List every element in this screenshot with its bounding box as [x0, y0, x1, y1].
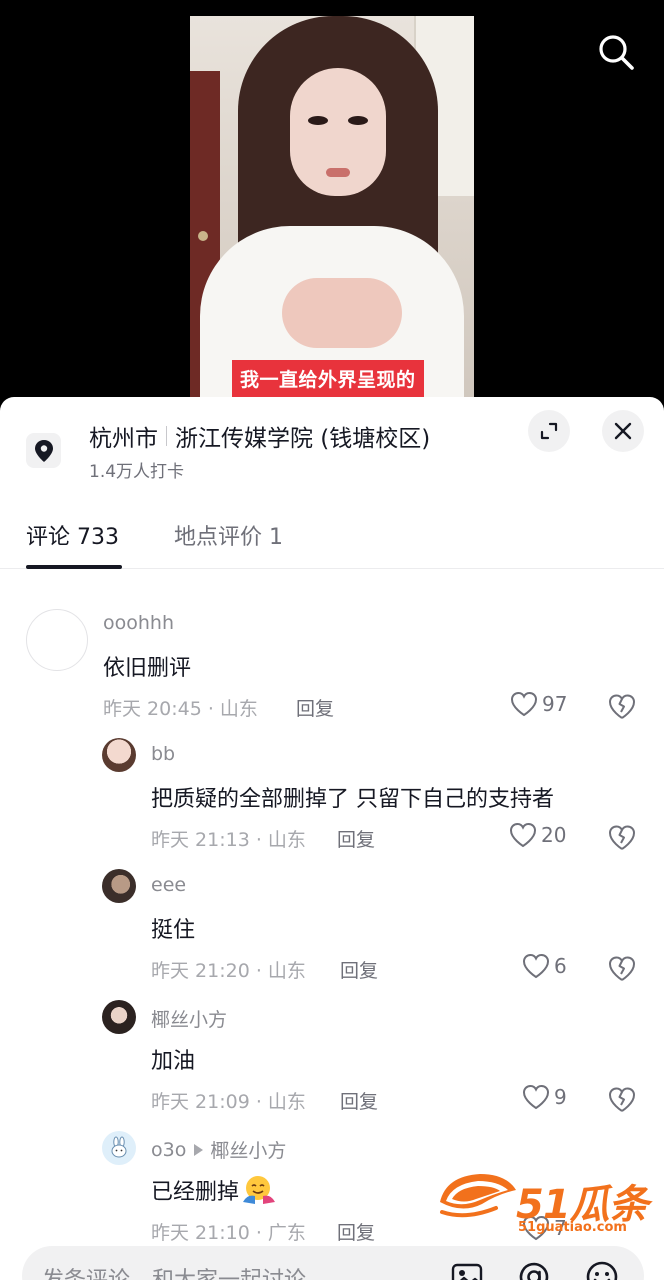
comment-text-line: 已经删掉: [151, 1174, 277, 1206]
comment-username[interactable]: ooohhh: [103, 612, 174, 634]
reply-button[interactable]: 回复: [340, 1087, 378, 1114]
avatar[interactable]: [102, 738, 136, 772]
comment-username[interactable]: bb: [151, 743, 175, 765]
like-button[interactable]: 6: [522, 953, 567, 979]
location-city: 杭州市: [89, 426, 158, 452]
heart-icon: [509, 822, 537, 848]
avatar[interactable]: [102, 1131, 136, 1165]
watermark-melon-icon: [440, 1174, 516, 1218]
comment-text: 把质疑的全部删掉了 只留下自己的支持者: [151, 787, 554, 812]
comment-time-location: 昨天 21:10 · 广东: [151, 1222, 306, 1244]
comment-username[interactable]: o3o: [151, 1139, 186, 1161]
broken-heart-icon: [609, 1087, 635, 1112]
image-icon[interactable]: [450, 1260, 484, 1280]
like-button[interactable]: 97: [510, 691, 567, 717]
expand-button[interactable]: [528, 410, 570, 452]
reply-arrow-icon: [194, 1143, 204, 1156]
comment-username-line: o3o 椰丝小方: [151, 1136, 286, 1163]
mention-icon[interactable]: [517, 1260, 551, 1280]
video-person-face: [290, 68, 386, 196]
broken-heart-icon: [609, 694, 635, 719]
comment-input[interactable]: 发条评论，和大家一起讨论: [42, 1262, 306, 1280]
like-count: 6: [554, 954, 567, 978]
location-place: 浙江传媒学院 (钱塘校区): [175, 426, 431, 452]
search-icon: [599, 35, 634, 70]
hug-emoji-icon: [243, 1176, 276, 1204]
heart-icon: [522, 953, 550, 979]
watermark-logo: 51瓜条 51guatiao.com: [436, 1166, 649, 1242]
heart-icon: [522, 1084, 550, 1110]
comment-text: 依旧删评: [103, 656, 192, 681]
heart-icon: [510, 691, 538, 717]
location-sheet: 杭州市 浙江传媒学院 (钱塘校区) 1.4万人打卡 评论 733 地点评价 1 …: [0, 397, 664, 1280]
comment-time-location: 昨天 21:09 · 山东: [151, 1091, 306, 1113]
avatar[interactable]: [26, 609, 88, 671]
close-icon: [614, 422, 632, 440]
reply-button[interactable]: 回复: [340, 956, 378, 983]
video-frame[interactable]: 我一直给外界呈现的: [190, 16, 474, 416]
video-player[interactable]: 我一直给外界呈现的: [0, 0, 664, 420]
title-divider: [166, 426, 167, 446]
video-caption: 我一直给外界呈现的: [232, 360, 424, 397]
location-title[interactable]: 杭州市 浙江传媒学院 (钱塘校区): [89, 419, 430, 453]
comment-text: 挺住: [151, 918, 196, 943]
reply-button[interactable]: 回复: [337, 825, 375, 852]
dislike-button[interactable]: [607, 691, 637, 721]
expand-icon: [540, 422, 558, 440]
comment-time-location: 昨天 20:45 · 山东: [103, 698, 258, 720]
like-count: 97: [542, 692, 568, 716]
tab-bar: 评论 733 地点评价 1: [0, 505, 664, 569]
search-button[interactable]: [596, 32, 636, 72]
broken-heart-icon: [609, 825, 635, 850]
watermark-site: 51guatiao.com: [518, 1220, 627, 1235]
tab-active-indicator: [26, 565, 122, 569]
like-count: 9: [554, 1085, 567, 1109]
like-button[interactable]: 9: [522, 1084, 567, 1110]
dislike-button[interactable]: [607, 1084, 637, 1114]
comment-text: 加油: [151, 1049, 196, 1074]
comment-text: 已经删掉: [151, 1180, 240, 1205]
reply-button[interactable]: 回复: [337, 1218, 375, 1245]
like-count: 20: [541, 823, 567, 847]
rabbit-icon: [111, 1136, 127, 1158]
checkin-count: 1.4万人打卡: [89, 462, 185, 482]
comment-username[interactable]: 椰丝小方: [151, 1005, 227, 1032]
avatar[interactable]: [102, 869, 136, 903]
emoji-icon[interactable]: [585, 1260, 619, 1280]
tab-place-reviews[interactable]: 地点评价 1: [174, 519, 283, 551]
dislike-button[interactable]: [607, 953, 637, 983]
comment-input-bar[interactable]: 发条评论，和大家一起讨论: [22, 1246, 644, 1280]
close-button[interactable]: [602, 410, 644, 452]
dislike-button[interactable]: [607, 822, 637, 852]
location-header: 杭州市 浙江传媒学院 (钱塘校区) 1.4万人打卡: [0, 397, 664, 497]
comment-time-location: 昨天 21:13 · 山东: [151, 829, 306, 851]
tab-comments[interactable]: 评论 733: [26, 519, 119, 551]
video-person-hands: [282, 278, 402, 348]
reply-button[interactable]: 回复: [296, 694, 334, 721]
reply-to-username[interactable]: 椰丝小方: [210, 1136, 286, 1163]
broken-heart-icon: [609, 956, 635, 981]
location-pin-icon: [26, 433, 61, 468]
comment-username[interactable]: eee: [151, 874, 186, 896]
avatar[interactable]: [102, 1000, 136, 1034]
comment-time-location: 昨天 21:20 · 山东: [151, 960, 306, 982]
like-button[interactable]: 20: [509, 822, 566, 848]
